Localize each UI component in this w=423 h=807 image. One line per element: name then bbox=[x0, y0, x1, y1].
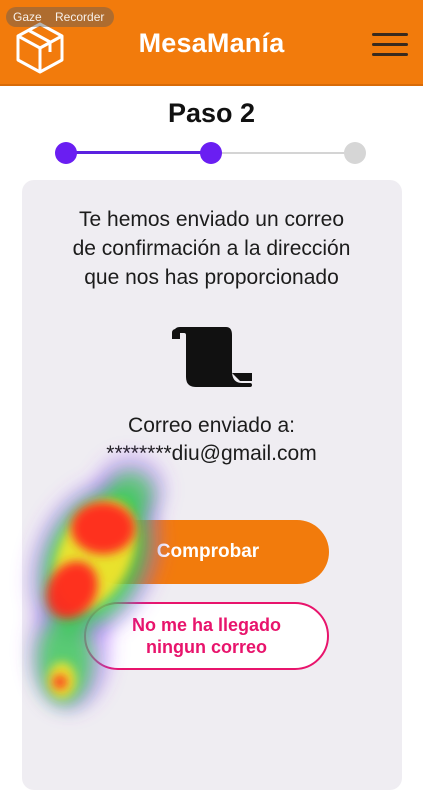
step-3-indicator bbox=[344, 142, 366, 164]
header-divider bbox=[0, 84, 423, 86]
no-email-received-button[interactable]: No me ha llegado ningun correo bbox=[84, 602, 329, 670]
comprobar-button[interactable]: Comprobar bbox=[87, 520, 329, 584]
step-1-indicator bbox=[55, 142, 77, 164]
email-sent-label: Correo enviado a: bbox=[128, 414, 295, 437]
app-title: MesaManía bbox=[138, 28, 285, 58]
confirmation-message: Te hemos enviado un correo de confirmaci… bbox=[72, 208, 351, 289]
step-title: Paso 2 bbox=[167, 98, 256, 128]
email-address: ********diu@gmail.com bbox=[106, 442, 317, 465]
step-2-indicator bbox=[200, 142, 222, 164]
hamburger-menu-icon[interactable] bbox=[372, 33, 408, 57]
recorder-label: Gaze Recorder bbox=[13, 10, 105, 24]
progress-line-completed bbox=[65, 151, 211, 154]
document-scroll-icon bbox=[172, 327, 252, 387]
progress-line-pending bbox=[211, 152, 355, 154]
